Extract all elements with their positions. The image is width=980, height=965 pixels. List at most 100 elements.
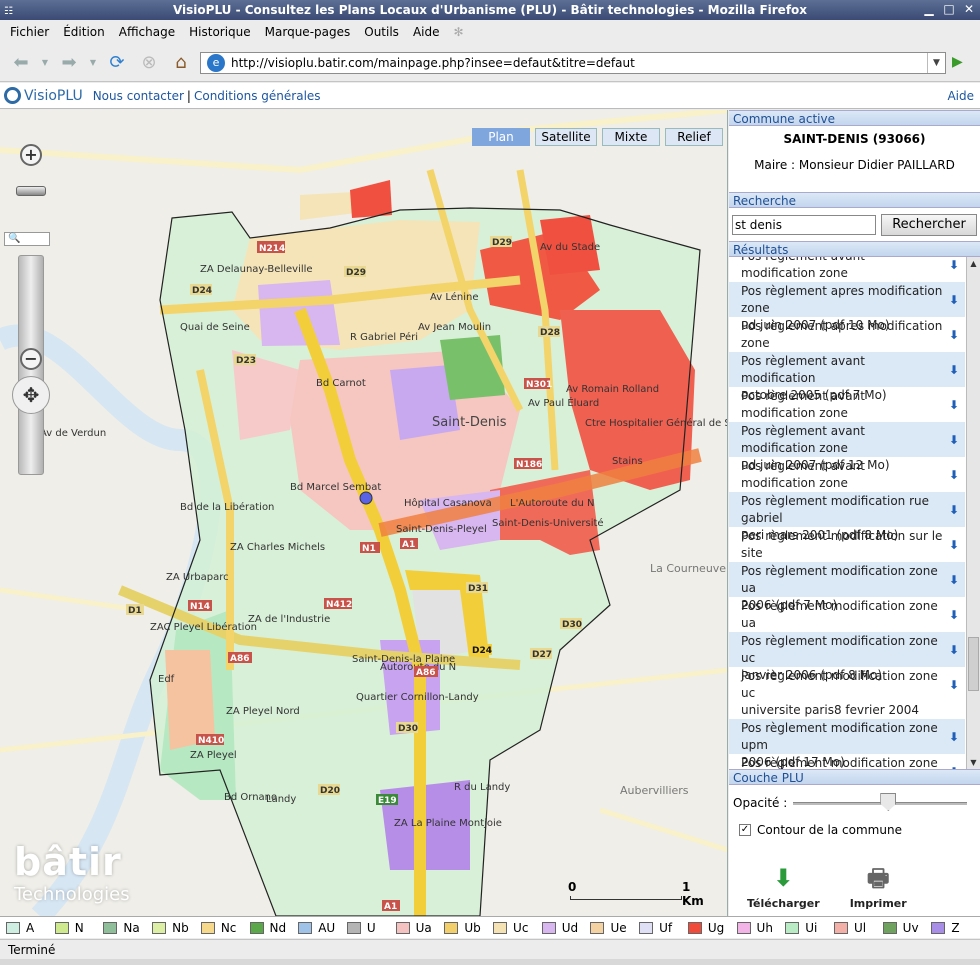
legend-code: Ui xyxy=(805,920,818,935)
back-icon[interactable]: ⬅ xyxy=(8,50,34,76)
result-item[interactable]: Pos règlement modification sur le sitede… xyxy=(729,527,965,577)
result-item[interactable]: Pos règlement apres modification zone ud … xyxy=(729,282,965,332)
site-identity-icon[interactable]: e xyxy=(207,54,225,72)
legend-swatch xyxy=(590,921,605,934)
map-label-jean-moulin: Av Jean Moulin xyxy=(418,322,491,333)
download-arrow-icon[interactable]: ⬇ xyxy=(949,607,959,624)
contour-checkbox[interactable]: ✓ xyxy=(739,824,751,836)
download-arrow-icon[interactable]: ⬇ xyxy=(949,642,959,659)
magnifier-icon[interactable]: 🔍 xyxy=(4,232,50,246)
result-item[interactable]: Pos règlement modification zone uc univer… xyxy=(729,667,965,751)
map-view[interactable]: Saint-Denis Ctre Hospitalier Général de … xyxy=(0,110,728,916)
back-dropdown-icon[interactable]: ▼ xyxy=(40,50,50,76)
legend-code: Nd xyxy=(269,920,287,935)
download-arrow-icon[interactable]: ⬇ xyxy=(949,257,959,274)
result-item[interactable]: Pos règlement modification rue gabriel pe… xyxy=(729,492,965,542)
result-text: Pos règlement avant modification zone xyxy=(741,389,865,420)
search-button[interactable]: Rechercher xyxy=(881,213,977,236)
window-menu-icon[interactable]: ☷ xyxy=(4,2,13,22)
download-arrow-icon[interactable]: ⬇ xyxy=(949,502,959,519)
result-item[interactable]: Pos règlement avant modification zoneug … xyxy=(729,457,965,507)
search-input[interactable] xyxy=(732,214,876,235)
scroll-thumb[interactable] xyxy=(968,637,979,691)
aide-link[interactable]: Aide xyxy=(947,89,974,103)
result-item[interactable]: Pos règlement avant modification zone ud … xyxy=(729,422,965,472)
result-text: Pos règlement modification zone ua xyxy=(741,564,938,595)
result-item[interactable]: Pos règlement modification zone uc janvie… xyxy=(729,632,965,682)
go-icon[interactable]: ▶ xyxy=(952,54,970,72)
download-arrow-icon[interactable]: ⬇ xyxy=(949,432,959,449)
result-text: Pos règlement apres modification zone xyxy=(741,319,943,350)
map-type-satellite[interactable]: Satellite xyxy=(535,128,597,146)
scroll-up-icon[interactable]: ▲ xyxy=(967,257,980,270)
legend-item: Uh xyxy=(736,921,786,935)
url-bar[interactable]: e http://visioplu.batir.com/mainpage.php… xyxy=(200,52,946,74)
close-icon[interactable]: ✕ xyxy=(962,2,976,16)
menu-edition[interactable]: Édition xyxy=(63,25,105,39)
url-dropdown-icon[interactable]: ▼ xyxy=(927,53,945,73)
zoom-in-icon[interactable]: + xyxy=(20,144,42,166)
download-arrow-icon[interactable]: ⬇ xyxy=(949,537,959,554)
result-item[interactable]: Pos règlement modification zone uajanvie… xyxy=(729,597,965,647)
home-icon[interactable]: ⌂ xyxy=(168,50,194,76)
opacity-knob[interactable] xyxy=(880,793,897,811)
download-arrow-icon[interactable]: ⬇ xyxy=(949,572,959,589)
conditions-link[interactable]: Conditions générales xyxy=(194,89,321,103)
download-arrow-icon[interactable]: ⬇ xyxy=(949,292,959,309)
map-label-landy: Landy xyxy=(266,794,296,805)
road-d29: D29 xyxy=(492,238,512,248)
legend-swatch xyxy=(541,921,556,934)
download-arrow-icon[interactable]: ⬇ xyxy=(949,327,959,344)
result-item[interactable]: Pos règlement avant modification octobre … xyxy=(729,352,965,402)
menu-marque-pages[interactable]: Marque-pages xyxy=(265,25,351,39)
menu-aide[interactable]: Aide xyxy=(413,25,440,39)
download-arrow-icon[interactable]: ⬇ xyxy=(949,764,959,769)
result-item[interactable]: Pos règlement avant modification zoneuc … xyxy=(729,257,965,297)
opacity-slider[interactable] xyxy=(793,793,968,813)
url-text[interactable]: http://visioplu.batir.com/mainpage.php?i… xyxy=(231,56,635,70)
map-type-relief[interactable]: Relief xyxy=(665,128,723,146)
imprimer-button[interactable]: 🖶 Imprimer xyxy=(850,863,907,910)
legend-swatch xyxy=(54,921,69,934)
zoom-slider-handle[interactable] xyxy=(16,186,46,196)
road-n186: N186 xyxy=(516,460,542,470)
results-list[interactable]: Pos règlement avant modification zoneuc … xyxy=(729,257,980,769)
road-a1-b: A1 xyxy=(384,902,397,912)
telecharger-button[interactable]: ⬇ Télécharger xyxy=(747,863,820,910)
map-type-switcher: Plan Satellite Mixte Relief xyxy=(472,128,723,146)
couche-box: Opacité : ✓ Contour de la commune ⬇ Télé… xyxy=(729,785,980,918)
download-arrow-icon[interactable]: ⬇ xyxy=(949,677,959,694)
download-arrow-icon[interactable]: ⬇ xyxy=(949,467,959,484)
menu-outils[interactable]: Outils xyxy=(364,25,399,39)
legend-swatch xyxy=(346,921,361,934)
map-canvas[interactable]: Saint-Denis Ctre Hospitalier Général de … xyxy=(0,110,728,916)
zoom-out-icon[interactable]: − xyxy=(20,348,42,370)
legend-code: AU xyxy=(318,920,336,935)
forward-icon[interactable]: ➡ xyxy=(56,50,82,76)
scroll-down-icon[interactable]: ▼ xyxy=(967,756,980,769)
result-item[interactable]: Pos règlement modification zone upm 2006 … xyxy=(729,719,965,769)
reload-icon[interactable]: ⟳ xyxy=(104,50,130,76)
result-item[interactable]: Pos règlement avant modification zoneuc … xyxy=(729,387,965,437)
download-arrow-icon[interactable]: ⬇ xyxy=(949,729,959,746)
download-arrow-icon[interactable]: ⬇ xyxy=(949,397,959,414)
download-arrow-icon[interactable]: ⬇ xyxy=(949,362,959,379)
maximize-icon[interactable]: □ xyxy=(942,2,956,16)
road-d23: D23 xyxy=(236,356,256,366)
legend-swatch xyxy=(931,921,946,934)
map-type-mixte[interactable]: Mixte xyxy=(602,128,660,146)
contact-link[interactable]: Nous contacter xyxy=(93,89,184,103)
map-type-plan[interactable]: Plan xyxy=(472,128,530,146)
pan-control-icon[interactable]: ✥ xyxy=(12,376,50,414)
result-item[interactable]: Pos règlement apres modification zoneug … xyxy=(729,317,965,367)
result-item[interactable]: Pos règlement modification zone upm ⬇ xyxy=(729,754,965,769)
minimize-icon[interactable]: ▁ xyxy=(922,2,936,16)
forward-dropdown-icon[interactable]: ▼ xyxy=(88,50,98,76)
menu-historique[interactable]: Historique xyxy=(189,25,251,39)
menu-fichier[interactable]: Fichier xyxy=(10,25,49,39)
results-scrollbar[interactable]: ▲ ▼ xyxy=(966,257,980,769)
menu-affichage[interactable]: Affichage xyxy=(119,25,175,39)
result-item[interactable]: Pos règlement modification zone ua 2006 (… xyxy=(729,562,965,612)
stop-icon[interactable]: ⊗ xyxy=(136,50,162,76)
legend-item: Nb xyxy=(152,921,201,935)
